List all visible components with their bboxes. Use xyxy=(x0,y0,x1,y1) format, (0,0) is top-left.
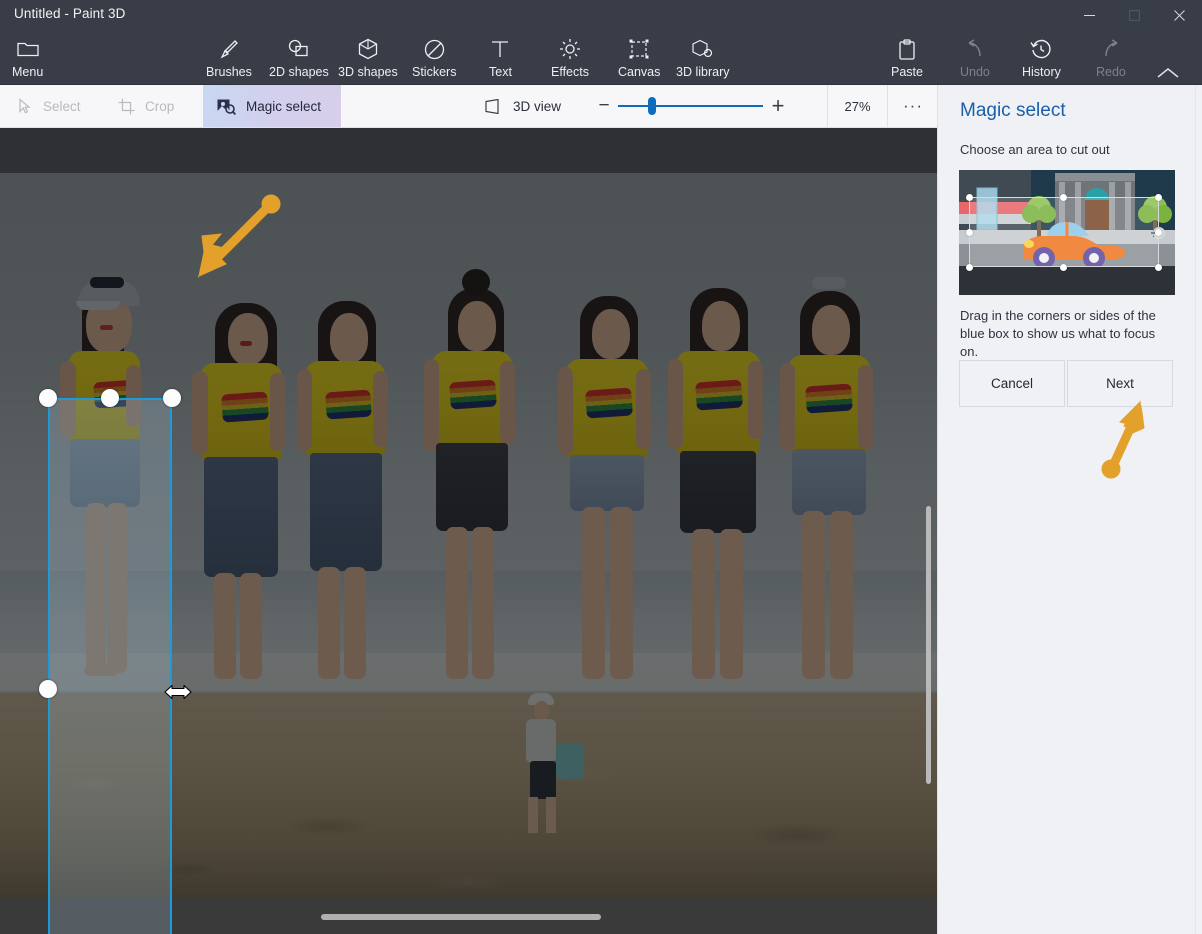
canvas-icon xyxy=(628,37,650,61)
effects-icon xyxy=(559,37,581,61)
zoom-out-button[interactable]: − xyxy=(590,95,618,117)
paint3d-window: Untitled - Paint 3D Menu Brushes 2D shap… xyxy=(0,0,1202,934)
crop-tool-label: Crop xyxy=(145,98,175,114)
thumbnail-selection-box xyxy=(969,197,1159,267)
selection-handle-top-left[interactable] xyxy=(39,389,57,407)
title-bar: Untitled - Paint 3D xyxy=(0,0,1202,30)
redo-icon xyxy=(1100,37,1122,61)
cursor-icon xyxy=(18,97,33,115)
panel-scrollbar[interactable] xyxy=(1196,85,1201,934)
selection-handle-top-center[interactable] xyxy=(101,389,119,407)
3d-library-label: 3D library xyxy=(676,65,730,79)
3d-view-button[interactable]: 3D view xyxy=(471,85,575,127)
thumbnail-handle-top-right xyxy=(1155,194,1162,201)
magic-select-selection-box[interactable] xyxy=(48,398,172,934)
canvas-button[interactable]: Canvas xyxy=(618,32,660,84)
3d-library-button[interactable]: 3D library xyxy=(676,32,730,84)
zoom-slider-thumb[interactable] xyxy=(648,97,656,115)
3d-shapes-button[interactable]: 3D shapes xyxy=(338,32,398,84)
crop-icon xyxy=(118,98,135,115)
menu-button[interactable]: Menu xyxy=(12,32,43,84)
brushes-button[interactable]: Brushes xyxy=(206,32,252,84)
text-icon xyxy=(491,37,509,61)
select-tool-button[interactable]: Select xyxy=(4,85,95,127)
zoom-controls: − + xyxy=(590,85,793,127)
menu-label: Menu xyxy=(12,65,44,79)
3d-view-icon xyxy=(485,98,503,114)
brushes-label: Brushes xyxy=(206,65,252,79)
thumbnail-handle-bottom-right xyxy=(1155,264,1162,271)
thumbnail-handle-bottom-left xyxy=(966,264,973,271)
3d-shapes-icon xyxy=(358,37,378,61)
paste-label: Paste xyxy=(891,65,923,79)
canvas-vertical-scrollbar[interactable] xyxy=(923,173,933,898)
canvas-workspace[interactable] xyxy=(0,128,937,934)
3d-library-icon xyxy=(692,37,714,61)
2d-shapes-button[interactable]: 2D shapes xyxy=(269,32,329,84)
ribbon-toolbar: Menu Brushes 2D shapes 3D shapes Sticker xyxy=(0,30,1202,85)
thumbnail-handle-top-center xyxy=(1060,194,1067,201)
folder-icon xyxy=(16,37,39,61)
undo-label: Undo xyxy=(960,65,990,79)
zoom-slider-track xyxy=(618,105,763,107)
sticker-icon xyxy=(424,37,445,61)
next-button[interactable]: Next xyxy=(1067,360,1173,407)
2d-shapes-icon xyxy=(287,37,310,61)
panel-subtitle: Choose an area to cut out xyxy=(960,142,1110,157)
effects-button[interactable]: Effects xyxy=(551,32,589,84)
magic-select-panel: Magic select Choose an area to cut out D… xyxy=(937,85,1202,934)
redo-button[interactable]: Redo xyxy=(1096,32,1126,84)
panel-title: Magic select xyxy=(960,100,1066,121)
cancel-button[interactable]: Cancel xyxy=(959,360,1065,407)
thumbnail-handle-middle-left xyxy=(966,229,973,236)
magic-select-tool-button[interactable]: Magic select xyxy=(203,85,341,127)
magic-select-tool-label: Magic select xyxy=(246,98,322,114)
history-button[interactable]: History xyxy=(1022,32,1061,84)
3d-view-label: 3D view xyxy=(513,98,562,114)
redo-label: Redo xyxy=(1096,65,1126,79)
canvas-vertical-scrollbar-thumb[interactable] xyxy=(926,506,931,784)
stickers-button[interactable]: Stickers xyxy=(412,32,456,84)
more-options-button[interactable]: ··· xyxy=(892,85,934,127)
thumbnail-handle-bottom-center xyxy=(1060,264,1067,271)
zoom-percentage-label: 27% xyxy=(827,85,888,127)
minimize-button[interactable] xyxy=(1067,0,1112,30)
text-label: Text xyxy=(489,65,512,79)
zoom-in-button[interactable]: + xyxy=(763,93,793,119)
panel-actions: Cancel Next xyxy=(959,360,1173,407)
selection-handle-middle-left[interactable] xyxy=(39,680,57,698)
thumbnail-handle-middle-right xyxy=(1155,229,1162,236)
maximize-button[interactable] xyxy=(1112,0,1157,30)
undo-button[interactable]: Undo xyxy=(960,32,990,84)
effects-label: Effects xyxy=(551,65,589,79)
history-icon xyxy=(1030,37,1052,61)
canvas-horizontal-scrollbar[interactable] xyxy=(0,898,937,934)
2d-shapes-label: 2D shapes xyxy=(269,65,329,79)
history-label: History xyxy=(1022,65,1061,79)
window-title: Untitled - Paint 3D xyxy=(14,6,126,21)
canvas-backdrop-top xyxy=(0,128,937,173)
brush-icon xyxy=(218,37,240,61)
selection-handle-top-right[interactable] xyxy=(163,389,181,407)
panel-help-text: Drag in the corners or sides of the blue… xyxy=(960,308,1156,359)
select-tool-label: Select xyxy=(43,98,81,114)
text-button[interactable]: Text xyxy=(489,32,512,84)
collapse-ribbon-chevron-icon[interactable] xyxy=(1155,66,1181,85)
canvas-label: Canvas xyxy=(618,65,661,79)
crop-tool-button[interactable]: Crop xyxy=(104,85,188,127)
close-button[interactable] xyxy=(1157,0,1202,30)
undo-icon xyxy=(964,37,986,61)
zoom-slider[interactable] xyxy=(618,85,763,127)
canvas-horizontal-scrollbar-thumb[interactable] xyxy=(321,914,601,920)
stickers-label: Stickers xyxy=(412,65,457,79)
paste-icon xyxy=(898,37,916,61)
thumbnail-handle-top-left xyxy=(966,194,973,201)
horizontal-resize-cursor xyxy=(163,682,193,707)
window-controls xyxy=(1067,0,1202,30)
magic-select-icon xyxy=(217,98,236,115)
3d-shapes-label: 3D shapes xyxy=(338,65,398,79)
paste-button[interactable]: Paste xyxy=(891,32,923,84)
example-thumbnail xyxy=(959,170,1175,295)
